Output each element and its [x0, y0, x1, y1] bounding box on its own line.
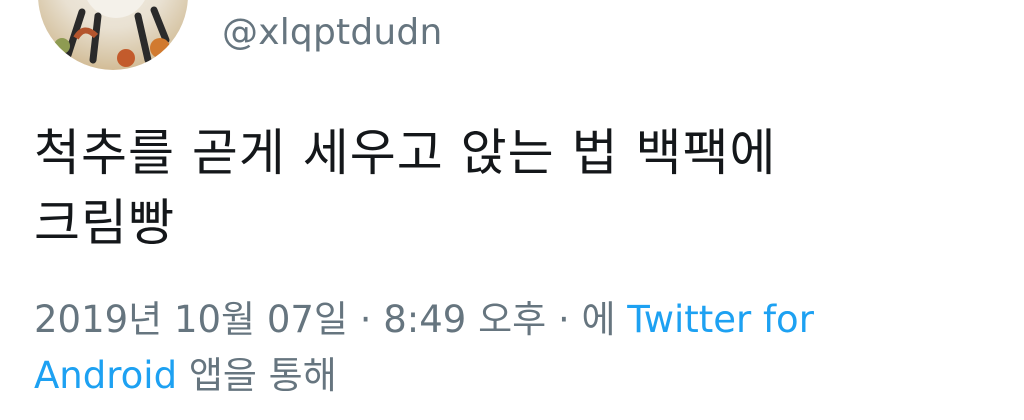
- tweet-metadata: 2019년 10월 07일 · 8:49 오후 · 에 Twitter for …: [34, 292, 934, 404]
- avatar-image: [54, 0, 170, 67]
- tweet-text: 척추를 곧게 세우고 앉는 법 백팩에 크림빵: [34, 118, 964, 258]
- source-suffix: 앱을 통해: [177, 354, 337, 397]
- tweet-timestamp[interactable]: 2019년 10월 07일 · 8:49 오후 · 에: [34, 298, 627, 341]
- tweet-text-line-1: 척추를 곧게 세우고 앉는 법 백팩에: [34, 124, 777, 182]
- tweet-text-line-2: 크림빵: [34, 194, 175, 252]
- tweet: @xlqptdudn 척추를 곧게 세우고 앉는 법 백팩에 크림빵 2019년…: [0, 0, 1024, 420]
- avatar[interactable]: [38, 0, 188, 70]
- user-handle[interactable]: @xlqptdudn: [222, 12, 442, 53]
